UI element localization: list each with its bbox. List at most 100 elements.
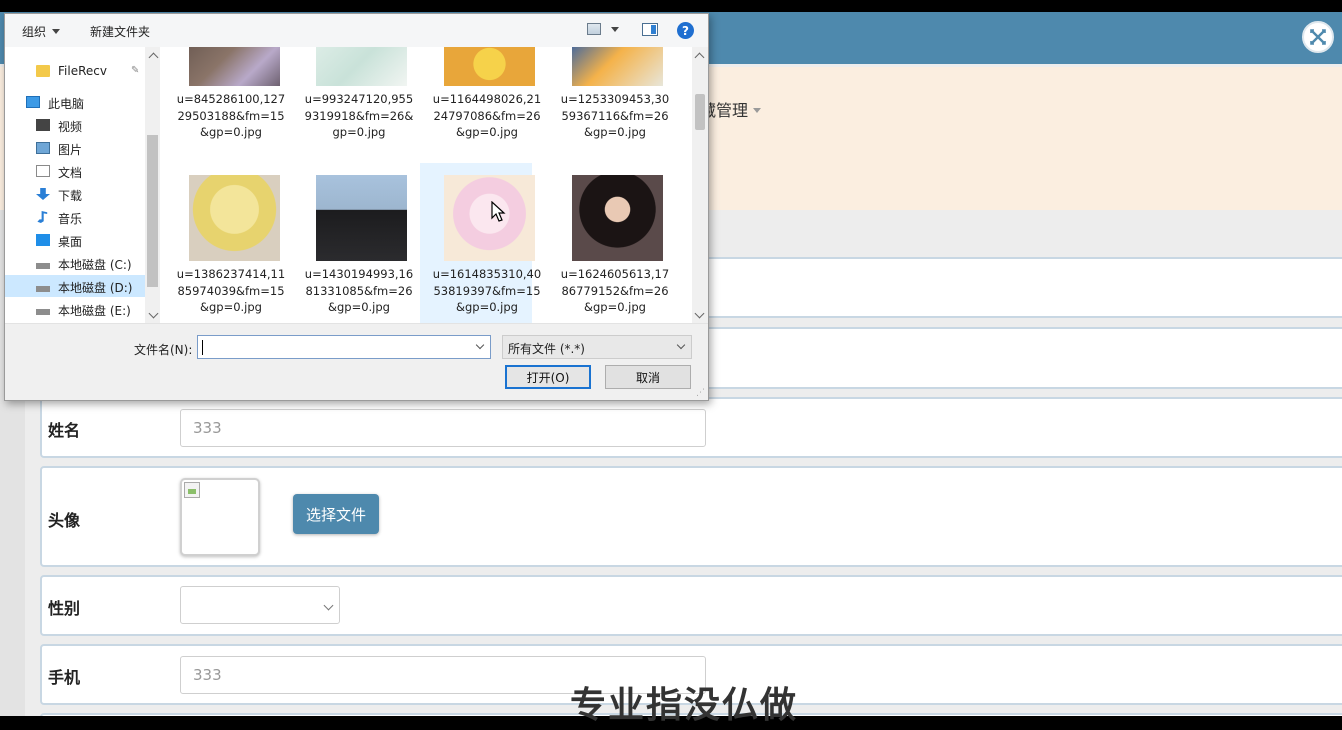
choose-file-button[interactable]: 选择文件 (293, 494, 379, 534)
file-name: u=993247120,9559319918&fm=26&gp=0.jpg (304, 92, 414, 139)
nav-item-label: 本地磁盘 (D:) (58, 281, 133, 295)
file-thumbnail (316, 47, 407, 86)
navigation-pane: FileRecv ✎ 此电脑视频图片文档下载音乐桌面本地磁盘 (C:) 本地磁盘 (D… (5, 47, 160, 323)
nav-item-label: 本地磁盘 (C:) (58, 258, 132, 272)
nav-item-8[interactable]: 本地磁盘 (C:) (5, 252, 145, 274)
file-thumbnail (444, 175, 535, 261)
chevron-down-icon[interactable] (475, 340, 485, 350)
music-icon (37, 211, 48, 223)
drive-icon (36, 286, 50, 292)
file-name: u=1386237414,1185974039&fm=15&gp=0.jpg (176, 267, 286, 314)
file-item-bottom-0[interactable]: u=1386237414,1185974039&fm=15&gp=0.jpg (164, 163, 285, 323)
file-thumbnail (316, 175, 407, 261)
file-item-bottom-1[interactable]: u=1430194993,1681331085&fm=26&gp=0.jpg (292, 163, 413, 323)
bottom-banner-text: 专业指没仏做 (570, 685, 799, 726)
nav-item-management[interactable]: 藏管理 (700, 97, 762, 121)
organize-menu[interactable]: 组织 (22, 23, 61, 40)
gender-select[interactable] (180, 586, 340, 624)
nav-item-label: 下载 (58, 189, 83, 203)
file-item-bottom-2[interactable]: u=1614835310,4053819397&fm=15&gp=0.jpg (420, 163, 541, 323)
nav-item-2[interactable]: 视频 (5, 114, 145, 136)
form-row-avatar: 头像 选择文件 (40, 466, 1342, 567)
nav-scrollbar-thumb[interactable] (147, 135, 158, 287)
caret-down-icon (52, 29, 61, 34)
file-thumbnail (189, 175, 280, 261)
file-item-bottom-3[interactable]: u=1624605613,1786779152&fm=26&gp=0.jpg (548, 163, 669, 323)
filetype-selected: 所有文件 (*.*) (508, 342, 585, 356)
computer-icon (26, 96, 40, 108)
text-caret (202, 340, 203, 355)
preview-pane-icon[interactable] (642, 23, 658, 36)
chevron-down-icon (323, 600, 334, 611)
file-item-top-2[interactable]: u=1164498026,2124797086&fm=26&gp=0.jpg (420, 47, 541, 159)
drive-icon (36, 309, 50, 315)
caret-down-icon (611, 26, 619, 32)
drive-icon (36, 263, 50, 269)
new-folder-button[interactable]: 新建文件夹 (90, 23, 150, 40)
file-thumbnail (189, 47, 280, 86)
mouse-cursor-icon (491, 201, 506, 222)
file-name: u=1430194993,1681331085&fm=26&gp=0.jpg (304, 267, 414, 314)
file-item-top-1[interactable]: u=993247120,9559319918&fm=26&gp=0.jpg (292, 47, 413, 159)
file-name: u=1164498026,2124797086&fm=26&gp=0.jpg (432, 92, 542, 139)
nav-item-7[interactable]: 桌面 (5, 229, 145, 251)
file-thumbnail (572, 47, 663, 86)
open-button[interactable]: 打开(O) (505, 365, 591, 389)
filename-input[interactable] (197, 335, 491, 359)
nav-item-label: FileRecv (58, 64, 107, 78)
nav-item-1[interactable]: 此电脑 (5, 91, 145, 113)
nav-item-4[interactable]: 文档 (5, 160, 145, 182)
view-icon (587, 23, 601, 35)
dialog-toolbar: 组织 新建文件夹 ? (5, 14, 708, 47)
file-open-dialog: 组织 新建文件夹 ? FileRecv ✎ 此电脑视频图片文档下载音乐桌面本地磁盘 … (4, 13, 709, 401)
file-name: u=1614835310,4053819397&fm=15&gp=0.jpg (432, 267, 542, 314)
filetype-select[interactable]: 所有文件 (*.*) (502, 335, 692, 359)
broken-image-icon (184, 482, 200, 498)
nav-item-0[interactable]: FileRecv ✎ (5, 60, 145, 82)
file-thumbnail (444, 47, 535, 86)
scroll-down-icon[interactable] (694, 308, 705, 319)
filename-label: 文件名(N): (134, 343, 193, 357)
file-item-top-0[interactable]: u=845286100,12729503188&fm=15&gp=0.jpg (164, 47, 285, 159)
form-row-gender: 性别 (40, 575, 1342, 636)
chevron-down-icon (676, 340, 686, 350)
close-icon[interactable] (1302, 21, 1334, 53)
scroll-up-icon[interactable] (694, 52, 705, 63)
view-menu[interactable] (587, 23, 619, 35)
phone-label: 手机 (48, 668, 81, 687)
nav-item-label: 图片 (58, 143, 83, 157)
nav-item-3[interactable]: 图片 (5, 137, 145, 159)
dialog-bottom-bar: 文件名(N): 所有文件 (*.*) 打开(O) 取消 ⋰ (5, 323, 708, 400)
file-name: u=1624605613,1786779152&fm=26&gp=0.jpg (560, 267, 670, 314)
resize-grip-icon[interactable]: ⋰ (696, 388, 705, 398)
nav-item-label: 桌面 (58, 235, 83, 249)
video-icon (36, 119, 50, 131)
file-item-top-3[interactable]: u=1253309453,3059367116&fm=26&gp=0.jpg (548, 47, 669, 159)
help-icon[interactable]: ? (677, 22, 694, 39)
nav-item-6[interactable]: 音乐 (5, 206, 145, 228)
nav-item-label: 文档 (58, 166, 83, 180)
avatar-preview (180, 478, 260, 556)
folder-icon (36, 65, 50, 77)
picture-icon (36, 142, 50, 154)
nav-item-label: 视频 (58, 120, 83, 134)
nav-item-label: 本地磁盘 (E:) (58, 304, 131, 318)
caret-down-icon (753, 107, 762, 113)
name-input[interactable] (180, 409, 706, 447)
files-scrollbar[interactable] (692, 47, 708, 323)
file-name: u=845286100,12729503188&fm=15&gp=0.jpg (176, 92, 286, 139)
nav-item-label: 此电脑 (48, 97, 85, 111)
nav-item-10[interactable]: 本地磁盘 (E:) (5, 298, 145, 320)
download-icon (36, 188, 50, 200)
nav-item-9[interactable]: 本地磁盘 (D:) (5, 275, 145, 297)
files-scrollbar-thumb[interactable] (695, 94, 705, 130)
nav-item-5[interactable]: 下载 (5, 183, 145, 205)
avatar-label: 头像 (48, 511, 81, 530)
document-icon (36, 165, 50, 177)
form-row-name: 姓名 (40, 397, 1342, 458)
file-thumbnail (572, 175, 663, 261)
pin-icon[interactable]: ✎ (131, 65, 139, 76)
organize-label: 组织 (22, 25, 47, 39)
cancel-button[interactable]: 取消 (605, 365, 691, 389)
gender-label: 性别 (48, 599, 81, 618)
